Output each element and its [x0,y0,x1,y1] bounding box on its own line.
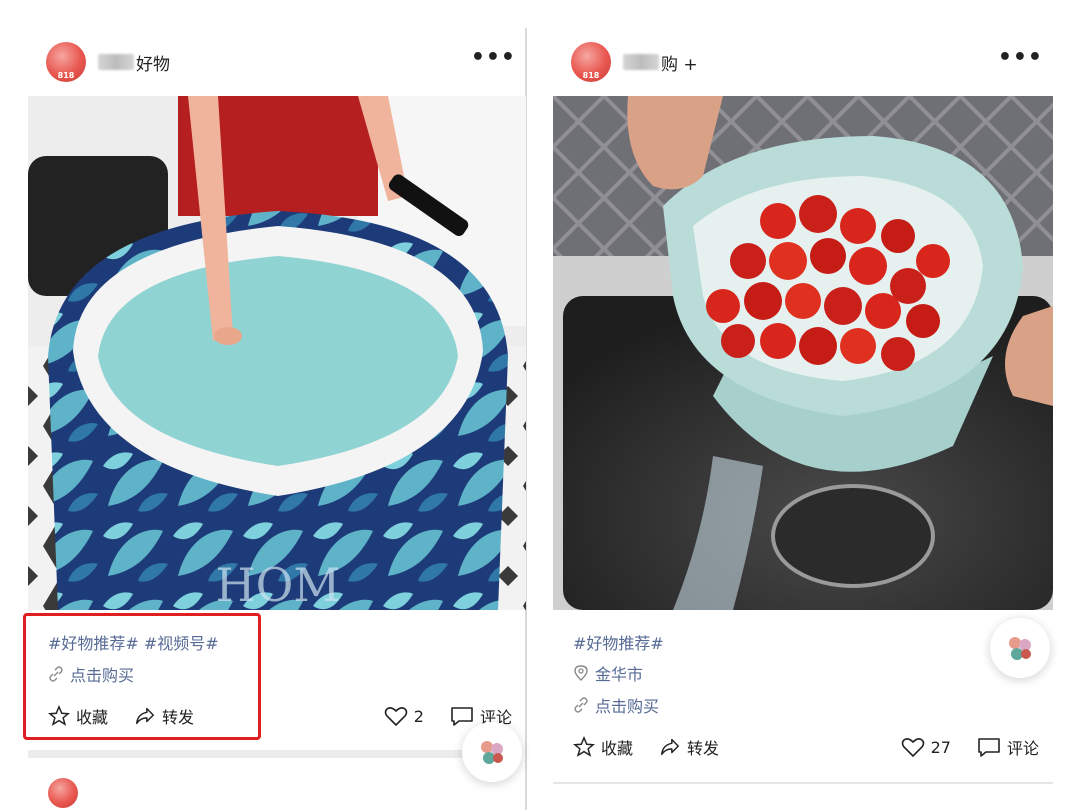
colander-image [553,96,1053,610]
post-video[interactable]: HOM [28,96,526,610]
favorite-label: 收藏 [601,739,634,758]
account-name[interactable]: 好物 [136,50,170,75]
float-app-icon [481,741,503,764]
star-icon [573,736,595,757]
blurred-name [98,54,134,70]
comment-icon [451,707,473,726]
decorative-print: HOM [216,558,341,610]
post-header: 818 好物 ••• [46,40,516,84]
buy-link[interactable]: 点击购买 [573,693,659,717]
like-count: 2 [413,706,424,726]
avatar[interactable]: 818 [46,42,86,82]
post-stats: 27 评论 [901,735,1039,759]
share-label: 转发 [687,739,720,758]
location-icon [573,665,589,681]
post-header: 818 购 + ••• [571,40,1043,84]
comment-label: 评论 [1006,739,1039,758]
post-video[interactable] [553,96,1053,610]
heart-icon [901,738,924,758]
link-icon [573,697,589,713]
location-label: 金华市 [595,665,644,684]
next-post-avatar[interactable] [48,778,78,808]
share-icon [661,738,679,756]
float-app-button[interactable] [462,722,522,782]
feed-page: 818 好物 ••• HOM #好物推荐# #视频号# 点击购买 收藏 转发 2… [0,0,1080,810]
share-button[interactable]: 转发 [659,735,719,759]
post-separator [553,782,1053,784]
comment-icon [978,738,1000,757]
scroll-indicator [28,750,468,758]
like-button[interactable]: 2 [384,705,424,727]
account-name[interactable]: 购 + [661,50,698,75]
highlight-box [23,613,261,740]
heart-icon [384,707,408,727]
comment-button[interactable]: 评论 [977,735,1039,759]
favorite-button[interactable]: 收藏 [573,735,633,759]
avatar-badge: 818 [57,71,75,80]
hashtags[interactable]: #好物推荐# [573,630,664,654]
more-icon[interactable]: ••• [471,47,516,77]
float-app-icon [1009,637,1031,660]
post-actions: 收藏 转发 27 评论 [573,735,1039,759]
avatar[interactable]: 818 [571,42,611,82]
more-icon[interactable]: ••• [998,47,1043,77]
blurred-name [623,54,659,70]
location[interactable]: 金华市 [573,661,643,685]
bathtub-image: HOM [28,96,526,610]
buy-link-label: 点击购买 [595,697,660,716]
float-app-button[interactable] [990,618,1050,678]
like-button[interactable]: 27 [901,736,951,758]
avatar-badge: 818 [582,71,600,80]
post-card-2: 818 购 + ••• #好物推荐# 金华市 点击购买 收藏 转发 27 评论 [553,0,1053,810]
like-count: 27 [930,737,951,757]
